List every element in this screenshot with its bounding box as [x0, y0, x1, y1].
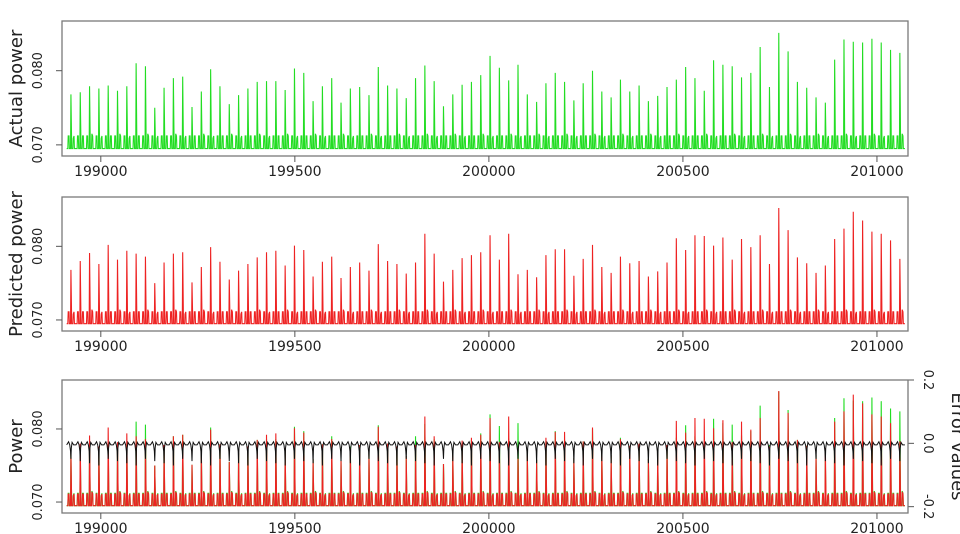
x-tick-label: 201000 — [850, 164, 903, 180]
panel-2: 199000 199500 200000 200500 201000 0.070 0.080… — [6, 190, 909, 355]
x-tick-label: 201000 — [850, 339, 903, 355]
y-right-tick-label: -0.2 — [920, 494, 935, 519]
actual-power-line — [66, 32, 905, 150]
chart-figure: 199000 199500 200000 200500 201000 0.070 0.080… — [6, 20, 960, 534]
y-right-axis-label: Error values — [947, 392, 960, 500]
x-tick-label: 201000 — [850, 521, 903, 534]
y-axis-label: Power — [6, 419, 27, 474]
plot-area — [66, 32, 905, 150]
plot-area — [66, 208, 905, 325]
x-tick-label: 199500 — [268, 164, 321, 180]
y-axis-label: Actual power — [6, 29, 27, 147]
x-tick-label: 199000 — [74, 164, 127, 180]
y-right-tick-label: 0.0 — [920, 433, 935, 454]
predicted-power-line — [66, 208, 905, 325]
panel-3: -0.2 0.0 0.2 Error values 199000 199500 200000… — [6, 370, 960, 534]
y-tick-label: 0.080 — [31, 52, 46, 89]
y-tick-label: 0.070 — [31, 126, 46, 163]
x-tick-label: 199500 — [268, 521, 321, 534]
y-right-tick-label: 0.2 — [920, 370, 935, 391]
x-tick-label: 200000 — [462, 164, 515, 180]
y-tick-label: 0.070 — [31, 483, 46, 520]
x-tick-label: 200500 — [656, 339, 709, 355]
x-tick-label: 199500 — [268, 339, 321, 355]
x-tick-label: 200000 — [462, 339, 515, 355]
y-axis-label: Predicted power — [6, 190, 27, 336]
y-tick-label: 0.070 — [31, 301, 46, 338]
plot-area — [66, 390, 905, 507]
plot-frame — [61, 196, 909, 332]
y-tick-label: 0.080 — [31, 410, 46, 447]
x-tick-label: 199000 — [74, 521, 127, 534]
x-tick-label: 200500 — [656, 164, 709, 180]
x-tick-label: 200500 — [656, 521, 709, 534]
panel-1: 199000 199500 200000 200500 201000 0.070 0.080… — [6, 20, 909, 180]
x-tick-label: 199000 — [74, 339, 127, 355]
x-tick-label: 200000 — [462, 521, 515, 534]
y-tick-label: 0.080 — [31, 228, 46, 265]
